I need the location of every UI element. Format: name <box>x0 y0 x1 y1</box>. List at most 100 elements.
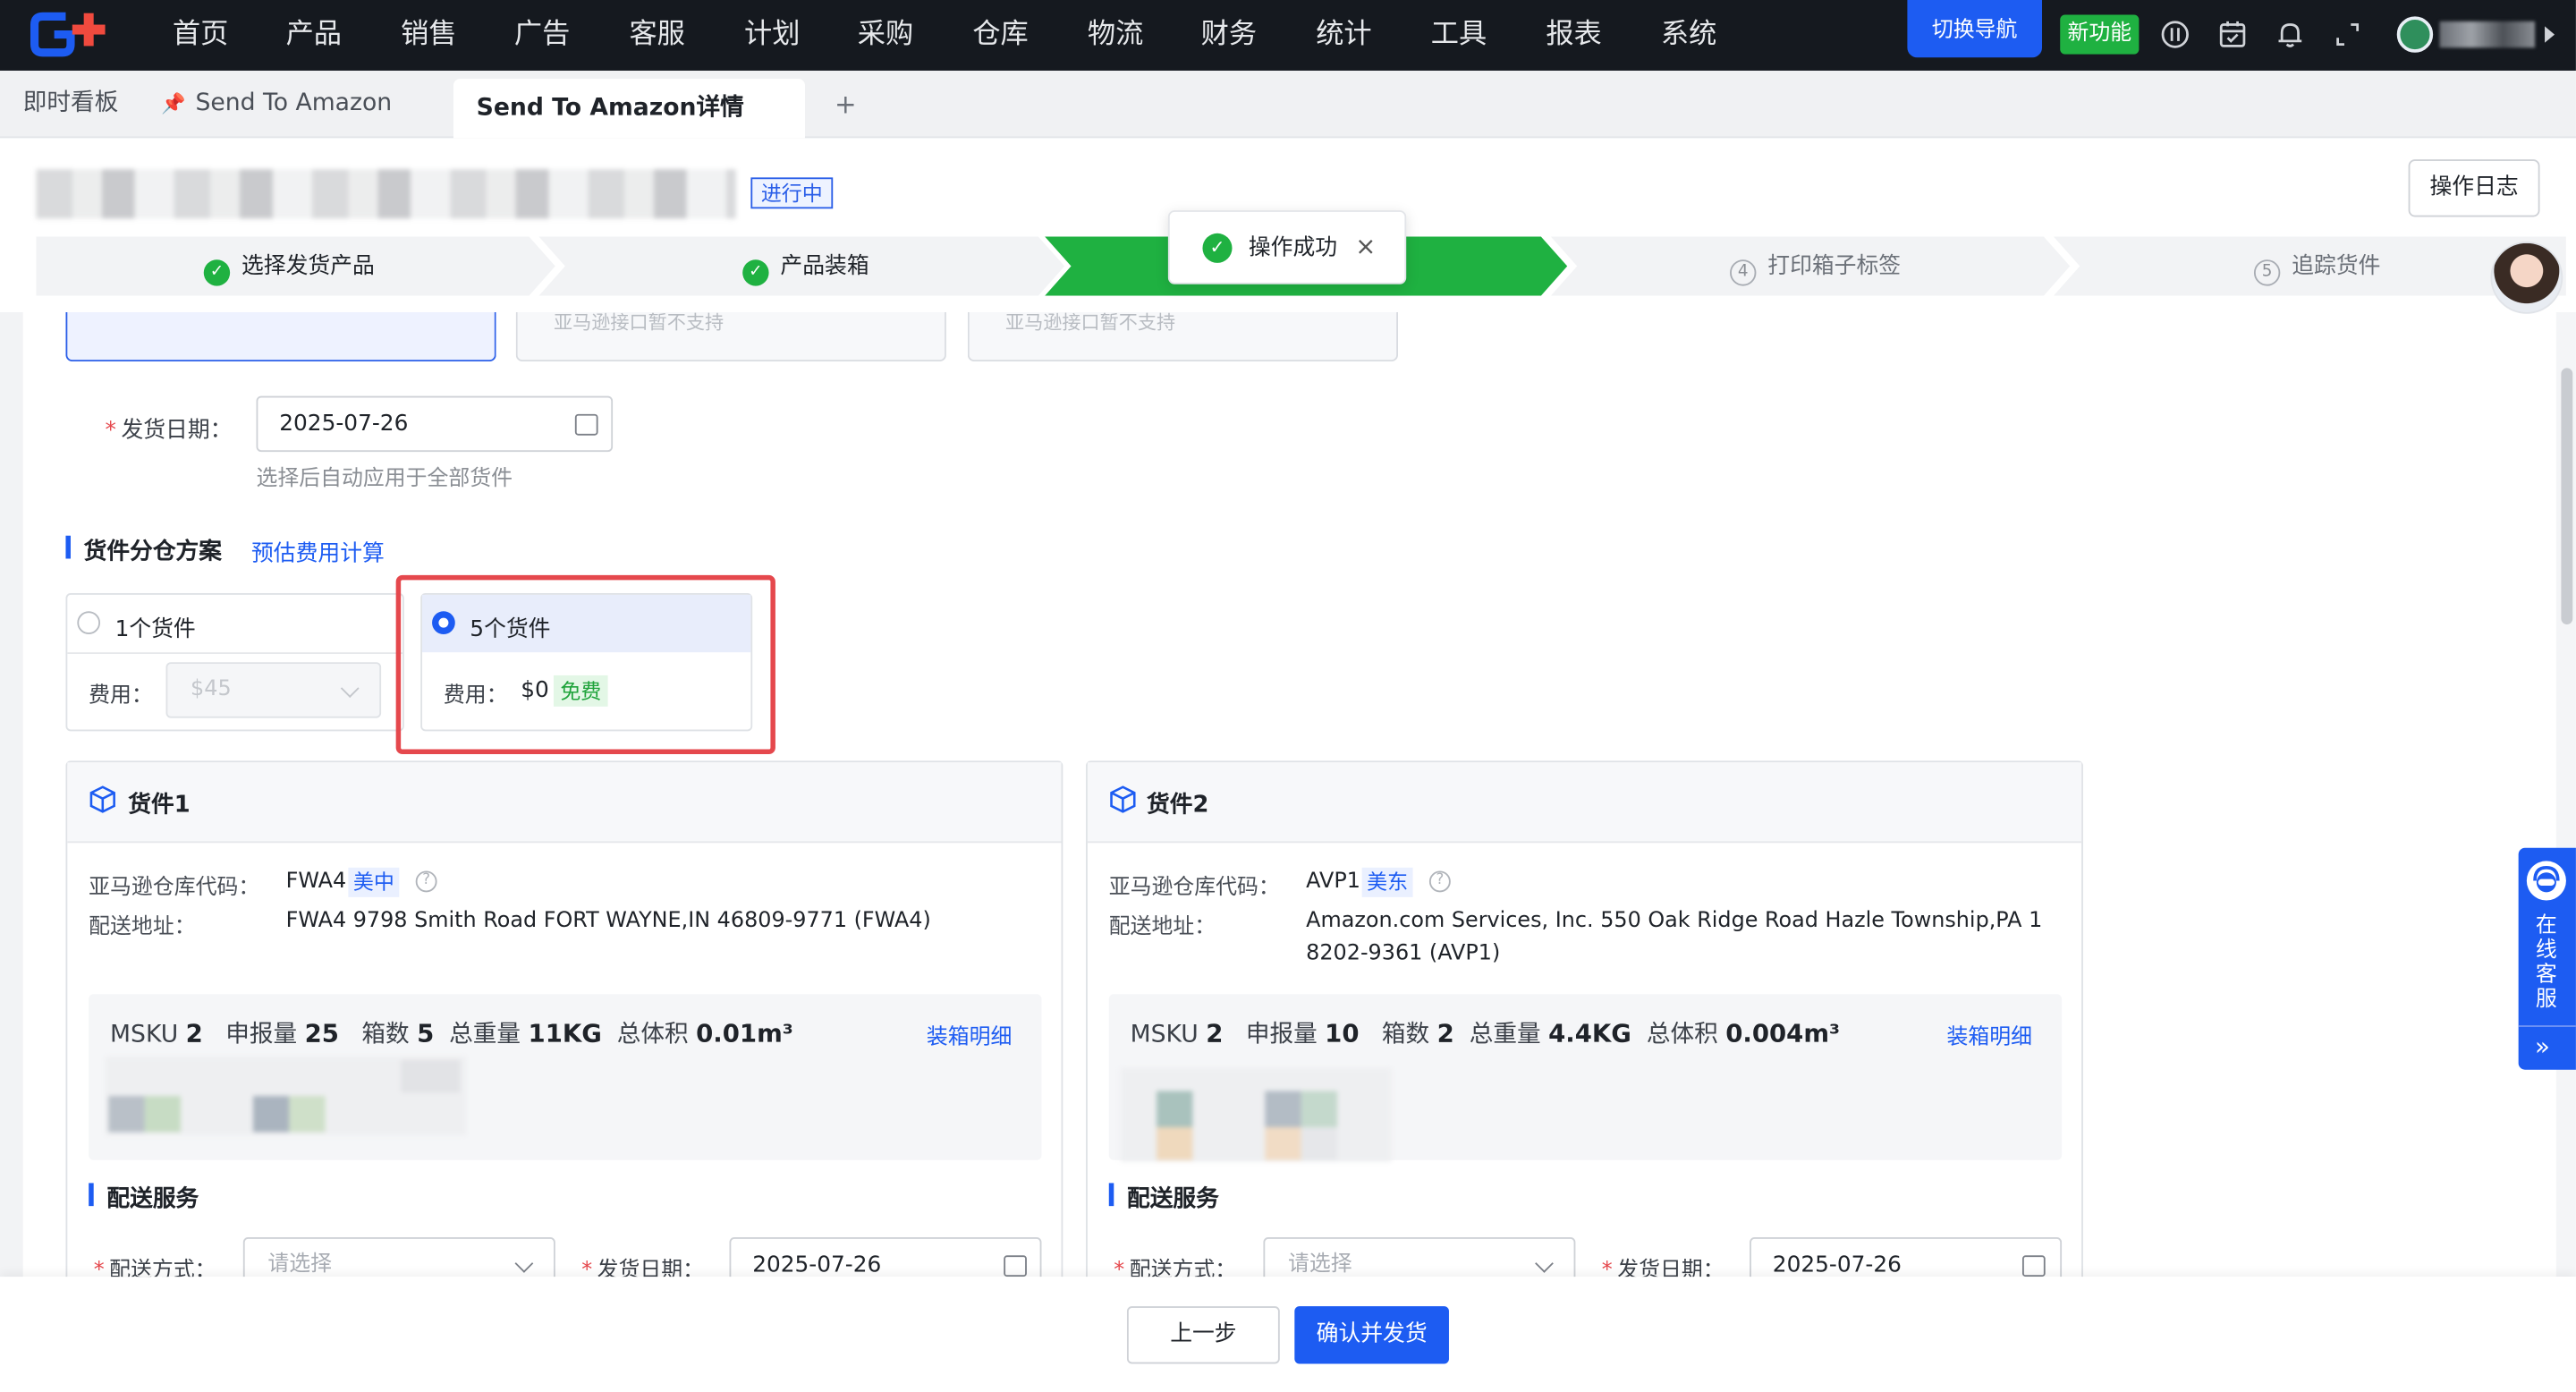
package-icon <box>89 785 116 820</box>
ship-date-input[interactable]: 2025-07-26 <box>256 395 614 453</box>
nav-item[interactable]: 计划 <box>744 0 800 71</box>
address-label: 配送地址： <box>89 915 196 940</box>
step-print-labels: 4 打印箱子标签 <box>1730 251 1902 286</box>
data-icon[interactable] <box>2160 20 2190 49</box>
unsupported-text: 亚马逊接口暂不支持 <box>1005 311 1176 333</box>
nav-item[interactable]: 物流 <box>1088 0 1143 71</box>
step-packing: ✓ 产品装箱 <box>742 251 869 286</box>
success-toast: ✓ 操作成功 × <box>1167 210 1407 284</box>
shipment-2-title: 货件2 <box>1147 792 1209 819</box>
service-agent-icon[interactable] <box>2526 861 2566 901</box>
assistant-avatar[interactable] <box>2490 241 2563 314</box>
tab-send-to-amazon-detail[interactable]: Send To Amazon详情 <box>453 79 805 139</box>
shipment-stats: MSKU 2 申报量 25 箱数 5 总重量 11KG 总体积 0.01m³ <box>110 1015 793 1050</box>
region-tag: 美东 <box>1361 867 1413 897</box>
bell-icon[interactable] <box>2275 20 2305 49</box>
section-marker <box>89 1183 94 1207</box>
caret-right-icon[interactable] <box>2545 26 2555 43</box>
previous-step-button[interactable]: 上一步 <box>1126 1306 1280 1364</box>
nav-item[interactable]: 采购 <box>858 0 913 71</box>
shipment-card-header <box>1087 762 2082 844</box>
check-icon: ✓ <box>203 259 231 286</box>
nav-item[interactable]: 客服 <box>629 0 684 71</box>
plan-option-1-radio[interactable] <box>77 611 101 634</box>
calendar-icon[interactable] <box>574 413 598 436</box>
confirm-ship-button[interactable]: 确认并发货 <box>1294 1306 1449 1364</box>
calendar-icon[interactable] <box>1004 1255 1027 1277</box>
warehouse-code: FWA4 <box>285 869 347 895</box>
status-badge: 进行中 <box>750 177 834 209</box>
step-label: 产品装箱 <box>780 252 869 280</box>
package-icon <box>1109 785 1137 820</box>
msku-label: MSKU <box>1130 1022 1199 1048</box>
nav-item[interactable]: 首页 <box>173 0 228 71</box>
fee-label: 费用： <box>89 683 153 709</box>
delivery-address-line2: 8202-9361 (AVP1) <box>1306 941 1501 966</box>
help-icon[interactable]: ? <box>1428 870 1451 893</box>
ship-date-label-text: 发货日期： <box>121 417 233 444</box>
weight-label: 总重量 <box>449 1022 521 1048</box>
ship-date-hint: 选择后自动应用于全部货件 <box>256 466 513 492</box>
boxes-label: 箱数 <box>1381 1022 1430 1048</box>
declared-value: 25 <box>304 1018 339 1048</box>
product-thumbnails-blurred <box>1120 1067 1392 1162</box>
section-marker <box>1108 1183 1114 1207</box>
tab-send-to-amazon[interactable]: 📌 Send To Amazon <box>161 71 392 138</box>
msku-value: 2 <box>1206 1018 1224 1048</box>
operation-log-button[interactable]: 操作日志 <box>2408 159 2540 217</box>
fullscreen-icon[interactable] <box>2333 20 2362 49</box>
delivery-address: FWA4 9798 Smith Road FORT WAYNE,IN 46809… <box>285 908 931 934</box>
warehouse-code-label: 亚马逊仓库代码： <box>1108 875 1280 901</box>
bottom-action-bar <box>0 1277 2576 1392</box>
packing-detail-link[interactable]: 装箱明细 <box>927 1019 1013 1050</box>
calendar-check-icon[interactable] <box>2218 20 2248 49</box>
scrollbar-thumb[interactable] <box>2561 368 2573 624</box>
msku-label: MSKU <box>110 1022 179 1048</box>
nav-item[interactable]: 销售 <box>401 0 456 71</box>
step-track-shipment: 5 追踪货件 <box>2253 251 2380 286</box>
nav-item[interactable]: 工具 <box>1431 0 1487 71</box>
user-avatar[interactable] <box>2396 16 2434 53</box>
online-service-label[interactable]: 在线客服 <box>2533 913 2559 1012</box>
new-feature-badge[interactable]: 新功能 <box>2060 14 2140 55</box>
user-name-blurred[interactable] <box>2439 21 2536 48</box>
pin-icon[interactable]: 📌 <box>161 92 185 115</box>
check-icon: ✓ <box>742 259 769 286</box>
weight-label: 总重量 <box>1469 1022 1541 1048</box>
boxes-value: 2 <box>1436 1018 1454 1048</box>
highlight-box <box>395 574 775 755</box>
collapse-icon[interactable]: » <box>2535 1031 2550 1061</box>
left-gutter <box>0 311 23 1282</box>
nav-item[interactable]: 系统 <box>1661 0 1716 71</box>
warehouse-code: AVP1 <box>1306 869 1360 895</box>
declared-label: 申报量 <box>225 1022 298 1048</box>
nav-item[interactable]: 仓库 <box>972 0 1028 71</box>
transport-option-card-selected[interactable] <box>65 311 496 362</box>
weight-value: 4.4KG <box>1548 1018 1631 1048</box>
switch-navigation-button[interactable]: 切换导航 <box>1907 0 2043 58</box>
step-label: 选择发货产品 <box>241 252 375 280</box>
declared-label: 申报量 <box>1245 1022 1318 1048</box>
toast-message: 操作成功 <box>1248 234 1338 262</box>
shipment-1-title: 货件1 <box>128 792 191 819</box>
calendar-icon[interactable] <box>2021 1255 2046 1277</box>
add-tab-button[interactable]: + <box>835 71 857 138</box>
unsupported-text: 亚马逊接口暂不支持 <box>553 311 724 333</box>
app-logo[interactable] <box>30 10 115 59</box>
plan-option-1-label: 1个货件 <box>114 615 196 643</box>
nav-item[interactable]: 财务 <box>1201 0 1257 71</box>
nav-item[interactable]: 报表 <box>1546 0 1601 71</box>
step-number: 5 <box>2253 259 2281 286</box>
nav-item[interactable]: 产品 <box>286 0 342 71</box>
tab-dashboard[interactable]: 即时看板 <box>23 71 119 138</box>
packing-detail-link[interactable]: 装箱明细 <box>1946 1019 2032 1050</box>
step-number: 4 <box>1730 259 1757 286</box>
estimate-fee-link[interactable]: 预估费用计算 <box>251 534 385 566</box>
address-label: 配送地址： <box>1108 915 1216 940</box>
nav-item[interactable]: 广告 <box>514 0 570 71</box>
close-icon[interactable]: × <box>1355 232 1376 261</box>
step-label: 打印箱子标签 <box>1767 252 1902 280</box>
help-icon[interactable]: ? <box>415 870 437 893</box>
region-tag: 美中 <box>348 867 400 897</box>
nav-item[interactable]: 统计 <box>1316 0 1371 71</box>
